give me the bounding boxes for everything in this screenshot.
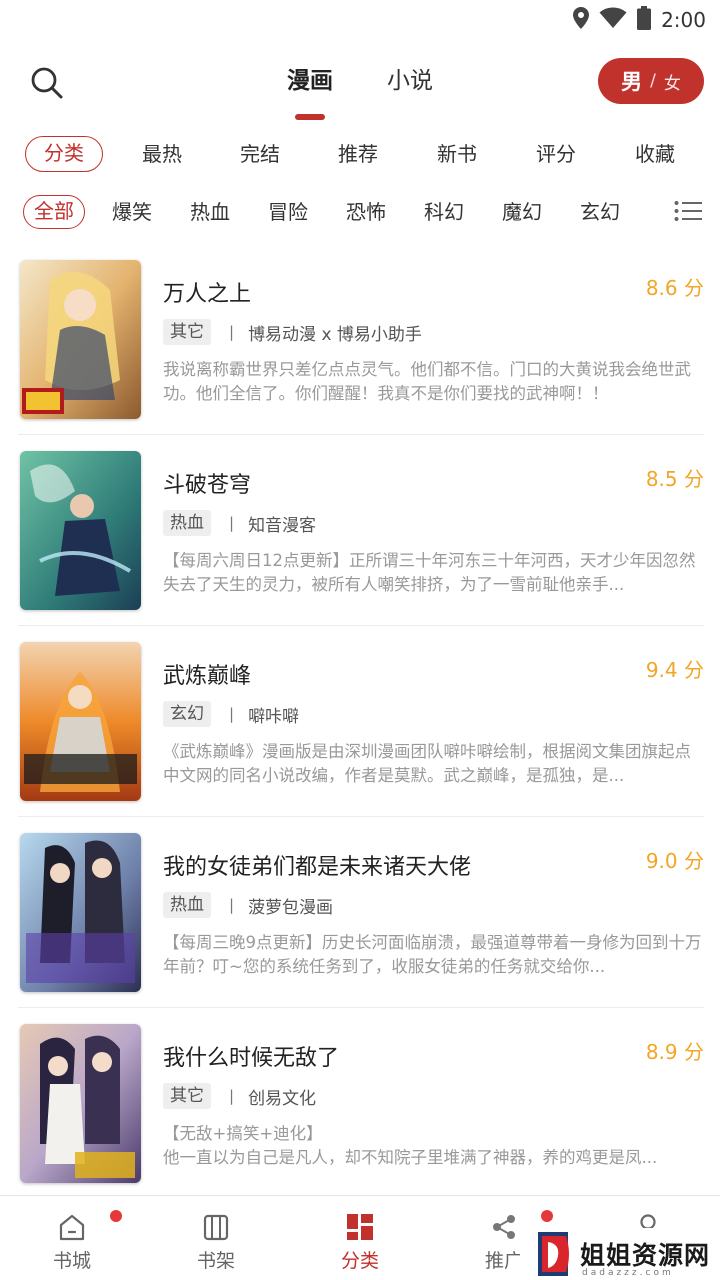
book-description: 【每周六周日12点更新】正所谓三十年河东三十年河西，天才少年因忽然失去了天生的灵… <box>163 551 696 594</box>
book-genre-tag: 热血 <box>163 892 211 918</box>
sort-tab-category[interactable]: 分类 <box>25 136 103 172</box>
genre-tab-horror[interactable]: 恐怖 <box>346 195 386 229</box>
book-item[interactable]: 万人之上 8.6 分 其它 | 博易动漫 x 博易小助手 我说离称霸世界只差亿点… <box>18 244 704 435</box>
location-icon <box>573 7 590 33</box>
book-title[interactable]: 万人之上 <box>163 276 251 308</box>
book-author: 创易文化 <box>248 1088 317 1109</box>
nav-label: 书城 <box>52 1250 91 1272</box>
book-genre-tag: 热血 <box>163 510 211 536</box>
genre-tab-all[interactable]: 全部 <box>23 195 85 229</box>
genre-tab-action[interactable]: 热血 <box>190 195 230 229</box>
book-meta: 热血 | 菠萝包漫画 <box>163 892 333 918</box>
book-genre-tag: 其它 <box>163 1083 211 1109</box>
book-item[interactable]: 我的女徒弟们都是未来诸天大佬 9.0 分 热血 | 菠萝包漫画 【每周三晚9点更… <box>18 817 704 1008</box>
gender-toggle[interactable]: 男 / 女 <box>598 58 704 104</box>
book-genre-tag: 其它 <box>163 319 211 345</box>
watermark-url: dadazzz.com <box>582 1268 674 1278</box>
notification-badge <box>110 1210 122 1222</box>
battery-icon <box>637 6 652 34</box>
sort-tab-rating[interactable]: 评分 <box>536 136 576 172</box>
genre-tab-fantasy[interactable]: 玄幻 <box>580 195 620 229</box>
share-icon <box>493 1215 515 1239</box>
book-description: 【无敌+搞笑+迪化】 他一直以为自己是凡人，却不知院子里堆满了神器，养的鸡更是凤… <box>163 1124 658 1167</box>
book-meta: 其它 | 博易动漫 x 博易小助手 <box>163 319 422 345</box>
nav-item-bookshelf[interactable]: 书架 <box>144 1196 288 1280</box>
book-item[interactable]: 斗破苍穹 8.5 分 热血 | 知音漫客 【每周六周日12点更新】正所谓三十年河… <box>18 435 704 626</box>
meta-divider: | <box>229 323 235 341</box>
book-item[interactable]: 武炼巅峰 9.4 分 玄幻 | 噼咔噼 《武炼巅峰》漫画版是由深圳漫画团队噼咔噼… <box>18 626 704 817</box>
watermark-logo-icon <box>538 1232 569 1276</box>
genre-tab-scifi[interactable]: 科幻 <box>424 195 464 229</box>
gender-separator: / <box>650 71 656 91</box>
book-author: 博易动漫 x 博易小助手 <box>248 324 422 345</box>
notification-badge <box>541 1210 553 1222</box>
book-title[interactable]: 我什么时候无敌了 <box>163 1040 339 1072</box>
book-cover[interactable] <box>20 451 141 610</box>
sort-tabs: 分类 最热 完结 推荐 新书 评分 收藏 <box>0 134 720 174</box>
gender-male[interactable]: 男 <box>621 66 642 96</box>
search-icon <box>31 67 63 99</box>
book-title[interactable]: 武炼巅峰 <box>163 658 251 690</box>
book-meta: 其它 | 创易文化 <box>163 1083 316 1109</box>
sort-tab-new[interactable]: 新书 <box>437 136 477 172</box>
book-title[interactable]: 斗破苍穹 <box>163 467 251 499</box>
list-icon <box>674 201 702 221</box>
book-genre-tag: 玄幻 <box>163 701 211 727</box>
nav-item-bookstore[interactable]: 书城 <box>0 1196 144 1280</box>
status-time: 2:00 <box>661 8 706 32</box>
book-author: 噼咔噼 <box>248 706 300 727</box>
book-description: 我说离称霸世界只差亿点点灵气。他们都不信。门口的大黄说我会绝世武功。他们全信了。… <box>163 360 691 403</box>
book-score: 8.9 分 <box>645 1040 704 1064</box>
genre-tabs: 全部 爆笑 热血 冒险 恐怖 科幻 魔幻 玄幻 <box>0 194 720 234</box>
category-grid-icon <box>347 1214 373 1240</box>
gender-female[interactable]: 女 <box>664 69 681 94</box>
book-cover[interactable] <box>20 833 141 992</box>
book-title[interactable]: 我的女徒弟们都是未来诸天大佬 <box>163 849 471 881</box>
book-score: 9.0 分 <box>645 849 704 873</box>
nav-label: 书架 <box>196 1250 235 1272</box>
watermark-text: 姐姐资源网 <box>580 1241 711 1270</box>
book-description: 【每周三晚9点更新】历史长河面临崩溃，最强道尊带着一身修为回到十万年前？叮~您的… <box>163 933 702 976</box>
book-author: 菠萝包漫画 <box>248 897 334 918</box>
book-cover[interactable] <box>20 1024 141 1183</box>
sort-tab-hottest[interactable]: 最热 <box>142 136 182 172</box>
wifi-icon <box>599 7 627 33</box>
nav-label: 分类 <box>340 1250 379 1272</box>
home-icon <box>59 1214 85 1241</box>
genre-tab-adventure[interactable]: 冒险 <box>268 195 308 229</box>
book-item[interactable]: 我什么时候无敌了 8.9 分 其它 | 创易文化 【无敌+搞笑+迪化】 他一直以… <box>18 1008 704 1199</box>
watermark: 姐姐资源网 dadazzz.com <box>520 1228 720 1280</box>
book-cover[interactable] <box>20 260 141 419</box>
search-button[interactable] <box>26 62 68 104</box>
status-bar: 2:00 <box>0 0 720 40</box>
genre-tab-magic[interactable]: 魔幻 <box>502 195 542 229</box>
sort-tab-recommended[interactable]: 推荐 <box>338 136 378 172</box>
book-meta: 热血 | 知音漫客 <box>163 510 316 536</box>
book-meta: 玄幻 | 噼咔噼 <box>163 701 299 727</box>
top-bar: 漫画 小说 男 / 女 <box>0 48 720 120</box>
meta-divider: | <box>229 705 235 723</box>
meta-divider: | <box>229 514 235 532</box>
book-score: 8.6 分 <box>645 276 704 300</box>
book-score: 9.4 分 <box>645 658 704 682</box>
tab-comics[interactable]: 漫画 <box>287 64 333 120</box>
sort-tab-completed[interactable]: 完结 <box>240 136 280 172</box>
nav-item-category[interactable]: 分类 <box>288 1196 432 1280</box>
bookshelf-icon <box>203 1214 229 1241</box>
book-cover[interactable] <box>20 642 141 801</box>
tab-novels[interactable]: 小说 <box>387 64 433 98</box>
genre-list-toggle[interactable] <box>674 200 702 222</box>
sort-tab-favorites[interactable]: 收藏 <box>635 136 675 172</box>
book-score: 8.5 分 <box>645 467 704 491</box>
meta-divider: | <box>229 1087 235 1105</box>
genre-tab-comedy[interactable]: 爆笑 <box>112 195 152 229</box>
book-author: 知音漫客 <box>248 515 317 536</box>
book-description: 《武炼巅峰》漫画版是由深圳漫画团队噼咔噼绘制，根据阅文集团旗起点中文网的同名小说… <box>163 742 691 785</box>
meta-divider: | <box>229 896 235 914</box>
